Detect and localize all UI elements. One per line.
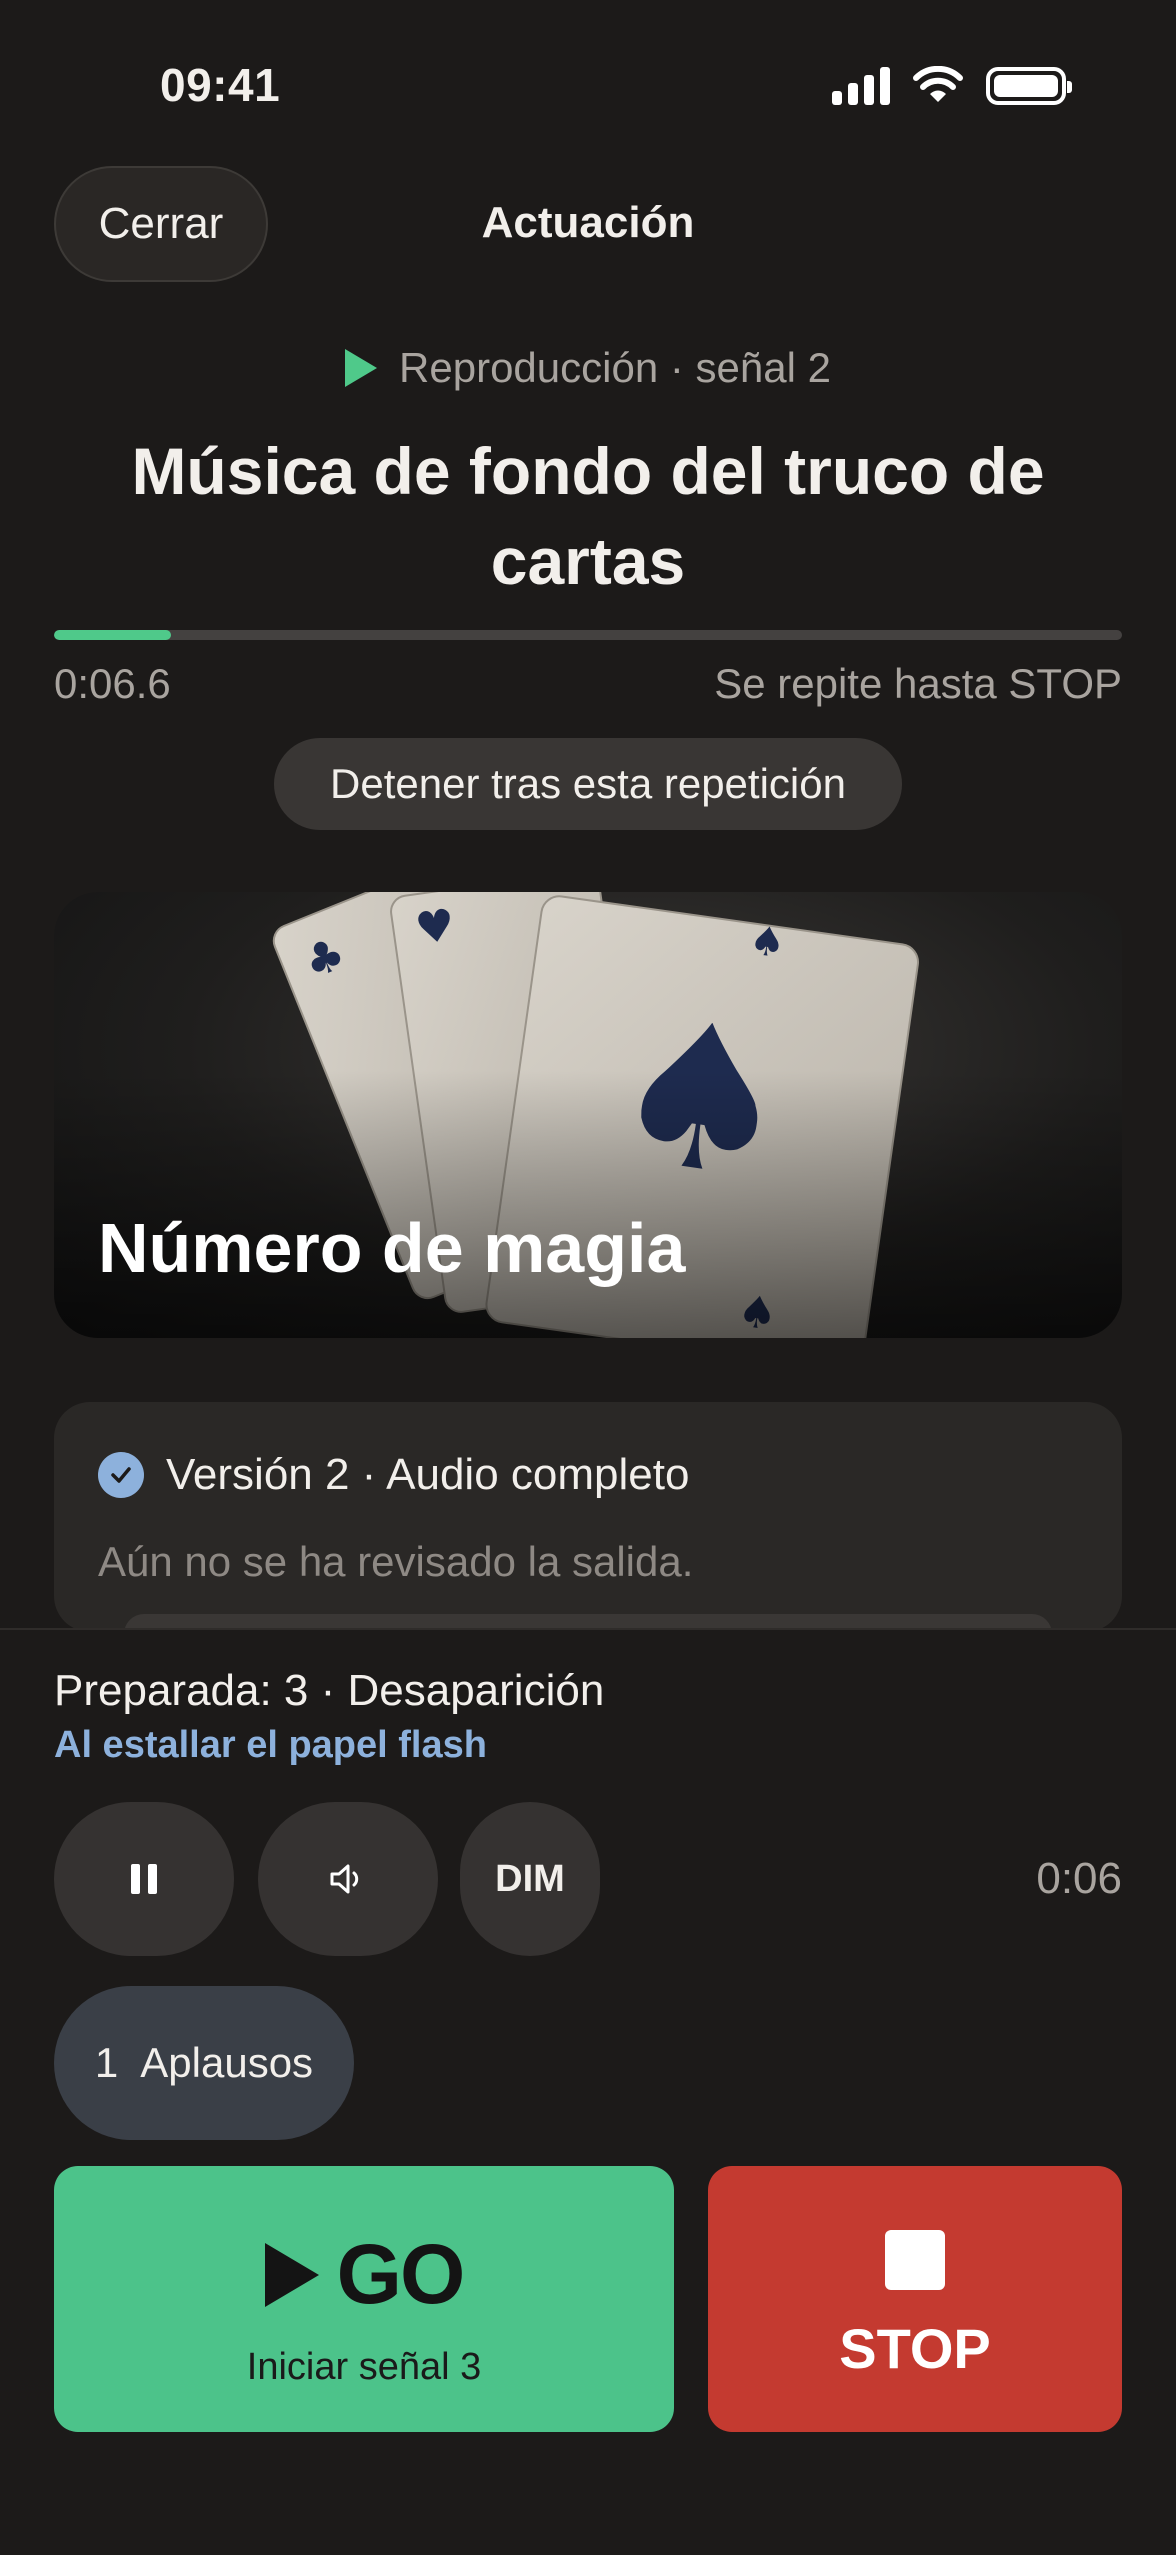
- applause-button[interactable]: 1 Aplausos: [54, 1986, 354, 2140]
- status-bar: 09:41: [0, 0, 1176, 170]
- go-label: GO: [336, 2227, 466, 2321]
- repeat-note: Se repite hasta STOP: [714, 660, 1122, 707]
- pause-button[interactable]: [54, 1802, 234, 1956]
- progress-bar: [54, 630, 1122, 640]
- battery-icon: [986, 67, 1072, 105]
- progress-fill: [54, 630, 172, 640]
- applause-number: 1: [94, 2039, 119, 2086]
- go-button[interactable]: GO Iniciar señal 3: [54, 2166, 674, 2432]
- check-icon: [98, 1452, 144, 1498]
- volume-icon: [330, 1864, 359, 1894]
- cue-title: Música de fondo del truco de cartas: [131, 434, 1045, 598]
- stop-button[interactable]: STOP: [708, 2166, 1122, 2432]
- pause-icon: [131, 1864, 157, 1894]
- version-note: Aún no se ha revisado la salida.: [98, 1538, 694, 1585]
- play-icon: [264, 2242, 319, 2307]
- go-sublabel: Iniciar señal 3: [246, 2346, 482, 2388]
- version-label: Versión 2 · Audio completo: [166, 1450, 690, 1499]
- applause-label: Aplausos: [140, 2039, 314, 2086]
- signal-icon: [832, 67, 890, 105]
- cue-status: Reproducción · señal 2: [0, 344, 1176, 392]
- dim-button[interactable]: DIM: [460, 1802, 600, 1956]
- trigger-text: Al estallar el papel flash: [54, 1724, 487, 1766]
- elapsed-short: 0:06: [1036, 1854, 1122, 1903]
- stop-after-repeat-button[interactable]: Detener tras esta repetición: [274, 738, 902, 830]
- status-time: 09:41: [160, 59, 281, 111]
- cue-label-text: Reproducción · señal 2: [399, 344, 831, 391]
- volume-button[interactable]: [258, 1802, 438, 1956]
- stop-label: STOP: [839, 2317, 991, 2380]
- play-icon: [345, 349, 378, 387]
- elapsed-time: 0:06.6: [54, 660, 171, 707]
- version-row: Versión 2 · Audio completo: [98, 1450, 689, 1500]
- scene-title: Número de magia: [98, 1209, 686, 1287]
- wifi-icon: [913, 66, 963, 102]
- page-title: Actuación: [481, 198, 695, 247]
- ready-cue-text: Preparada: 3 · Desaparición: [54, 1666, 605, 1715]
- scene-image-card: ♣ ♣ ♥ ♥ ♠ ♠ ♠ Número de magia: [54, 892, 1122, 1338]
- stop-icon: [885, 2230, 945, 2290]
- status-icons: [832, 66, 1072, 106]
- control-panel: Preparada: 3 · Desaparición Al estallar …: [0, 1628, 1176, 2555]
- version-panel: Versión 2 · Audio completo Aún no se ha …: [54, 1402, 1122, 1632]
